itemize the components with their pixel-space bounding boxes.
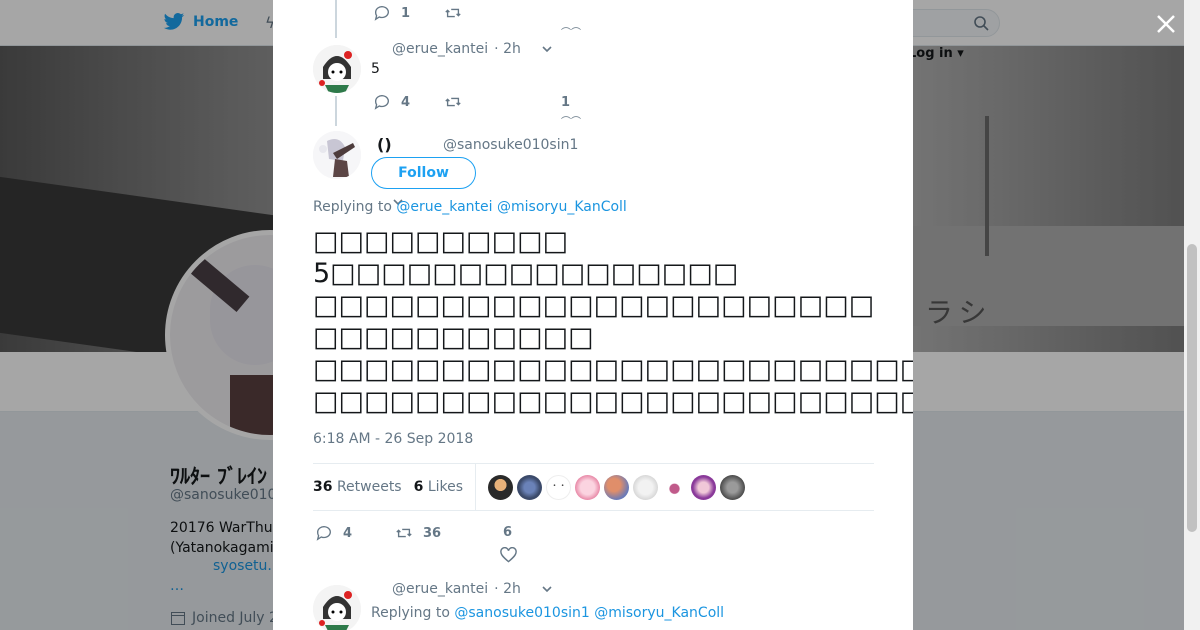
retweets-count: 36 <box>313 479 333 495</box>
reply-mention-link[interactable]: @sanosuke010sin1 <box>454 605 589 621</box>
tweet-header: @erue_kantei · 2h <box>392 581 553 597</box>
retweet-count: 36 <box>423 525 442 541</box>
tweet-body-line: □□□□□□□□□□□□□□□□□□□□□□□□□□□□□□□□□□□ <box>313 354 913 385</box>
tweet-time[interactable]: · 2h <box>494 41 521 57</box>
retweet-button[interactable] <box>444 4 462 22</box>
tweet-permalink-modal: 1 ⌒⌒ @erue_kantei · 2h 5 4 1 ⌒⌒ () @sano… <box>273 0 913 630</box>
reply-count: 4 <box>401 94 411 110</box>
reply-mention-link[interactable]: @erue_kantei <box>396 199 492 215</box>
tweet-body-line: □□□□□□□□□□□ <box>313 322 594 353</box>
reply-button[interactable]: 1 <box>373 4 410 22</box>
liker-avatars: ･ ･ <box>488 474 746 500</box>
tweet-actions: 4 <box>373 93 462 111</box>
likes-count: 6 <box>413 479 424 495</box>
follow-button[interactable]: Follow <box>371 157 476 189</box>
liker-avatar[interactable] <box>575 474 601 500</box>
thread-line <box>335 0 337 38</box>
tweet-body-line: □□□□□□□□□□□□□□□□□□□□□□ <box>313 290 875 321</box>
avatar-erue-kantei[interactable] <box>313 45 361 93</box>
liker-avatar[interactable] <box>720 474 746 500</box>
thread-line <box>335 96 337 126</box>
retweet-icon <box>396 528 412 538</box>
chevron-down-icon[interactable] <box>541 583 553 595</box>
tweet-actions: 4 36 6 <box>315 522 615 564</box>
replying-to: Replying to @erue_kantei @misoryu_KanCol… <box>313 199 627 215</box>
liker-avatar[interactable] <box>691 474 717 500</box>
page-scrollbar[interactable] <box>1184 0 1200 630</box>
reply-icon <box>374 6 389 21</box>
reply-mention-link[interactable]: @misoryu_KanColl <box>497 199 627 215</box>
retweet-button[interactable]: 36 <box>395 524 441 542</box>
reply-button[interactable]: 4 <box>315 524 352 542</box>
liker-avatar[interactable]: ･ ･ <box>546 474 572 500</box>
retweets-label: Retweets <box>336 479 402 495</box>
retweets-stat[interactable]: 36 Retweets <box>313 479 402 495</box>
liker-avatar[interactable] <box>633 474 659 500</box>
tweet-header: @erue_kantei · 2h <box>392 41 553 57</box>
reply-button[interactable]: 4 <box>373 93 410 111</box>
avatar-erue-kantei-art <box>313 45 361 93</box>
reply-count: 4 <box>343 525 353 541</box>
liker-avatar[interactable] <box>604 474 630 500</box>
tweet-stats: 36 Retweets 6 Likes ･ ･ <box>313 463 874 511</box>
avatar-erue-kantei[interactable] <box>313 585 361 630</box>
avatar-sanosuke-art <box>313 131 361 179</box>
replying-to: Replying to @sanosuke010sin1 @misoryu_Ka… <box>371 605 724 621</box>
like-count: 6 <box>503 525 513 540</box>
replying-prefix: Replying to <box>313 199 392 215</box>
tweet-actions: 1 <box>373 4 462 22</box>
avatar-sanosuke[interactable] <box>313 131 361 179</box>
chevron-down-icon[interactable] <box>541 43 553 55</box>
heart-icon[interactable] <box>500 547 517 563</box>
scrollbar-thumb[interactable] <box>1187 244 1197 532</box>
tweet-time[interactable]: · 2h <box>494 581 521 597</box>
reply-icon <box>374 95 389 110</box>
close-icon[interactable] <box>1152 10 1180 38</box>
tweet-body: □□□□□□□□□□ 5□□□□□□□□□□□□□□□□ □□□□□□□□□□□… <box>313 226 913 418</box>
avatar-erue-kantei-art <box>313 585 361 630</box>
liker-avatar[interactable] <box>517 474 543 500</box>
retweet-icon <box>445 97 461 107</box>
like-icon-cropped[interactable]: ⌒⌒ <box>561 24 581 39</box>
stats-divider <box>475 464 477 510</box>
reply-mention-link[interactable]: @misoryu_KanColl <box>594 605 724 621</box>
retweet-button[interactable] <box>444 93 462 111</box>
tweet-body-line: 5□□□□□□□□□□□□□□□□ <box>313 258 739 289</box>
reply-icon <box>316 526 331 541</box>
tweet-text: 5 <box>371 61 380 77</box>
tweet-handle[interactable]: @erue_kantei <box>392 41 488 57</box>
tweet-handle[interactable]: @erue_kantei <box>392 581 488 597</box>
retweet-icon <box>445 8 461 18</box>
tweet-body-line: □□□□□□□□□□□□□□□□□□□□□□□□□□□□□□□□□□□□□□□□… <box>313 386 913 417</box>
like-icon-cropped[interactable]: ⌒⌒ <box>561 113 581 128</box>
likes-stat[interactable]: 6 Likes <box>414 479 463 495</box>
tweet-body-line: □□□□□□□□□□ <box>313 226 569 257</box>
tweet-author-handle[interactable]: @sanosuke010sin1 <box>443 137 578 153</box>
reply-count: 1 <box>401 5 411 21</box>
liker-avatar[interactable] <box>488 474 514 500</box>
tweet-author-name[interactable]: () <box>377 135 392 154</box>
tweet-timestamp[interactable]: 6:18 AM - 26 Sep 2018 <box>313 431 473 447</box>
likes-label: Likes <box>427 479 464 495</box>
like-count: 1 <box>561 95 571 110</box>
replying-prefix: Replying to <box>371 605 450 621</box>
liker-avatar[interactable] <box>662 474 688 500</box>
